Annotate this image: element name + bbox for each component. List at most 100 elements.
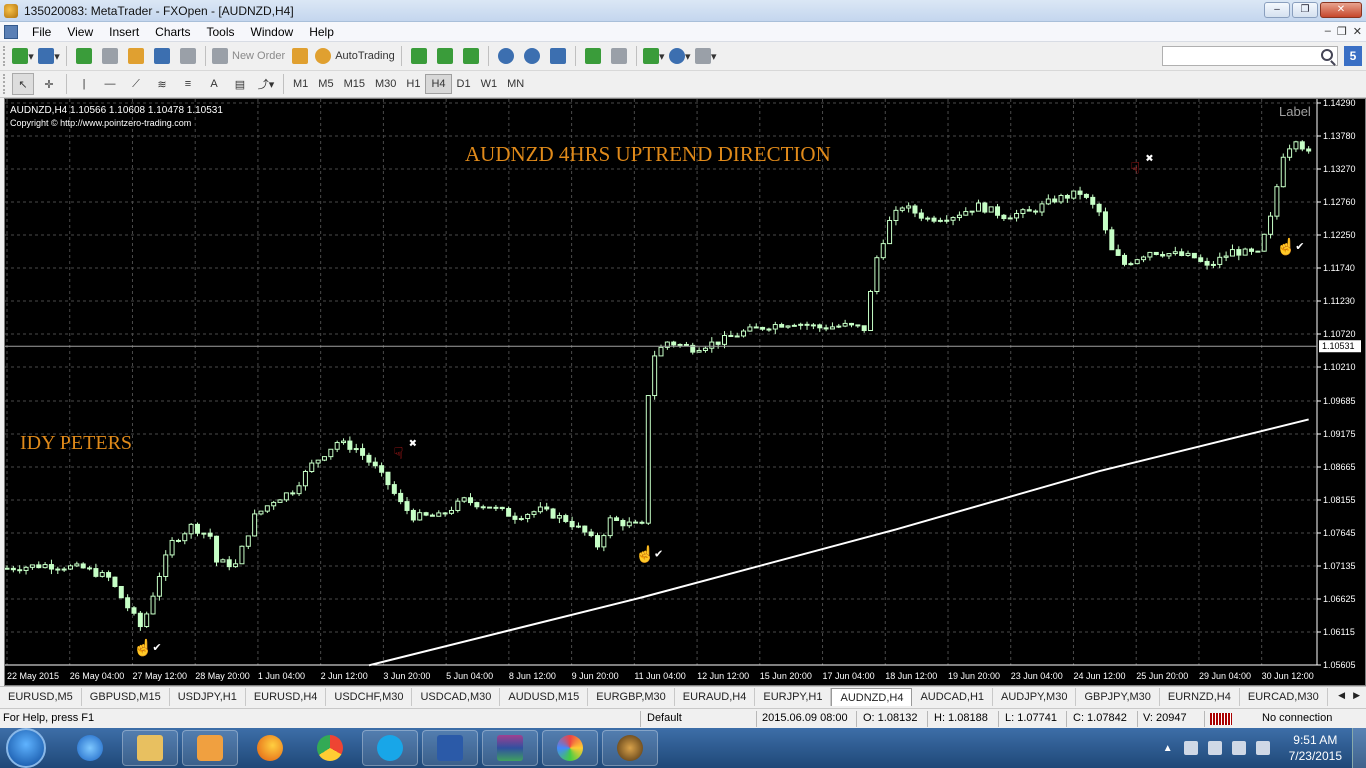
candle xyxy=(1210,263,1216,266)
battery-icon[interactable] xyxy=(1183,741,1198,755)
autotrading-button[interactable]: AutoTrading xyxy=(315,45,395,67)
network-icon[interactable] xyxy=(1231,741,1246,755)
terminal-button[interactable] xyxy=(125,45,147,67)
volume-icon[interactable] xyxy=(1255,741,1270,755)
file-explorer-task[interactable] xyxy=(122,730,178,766)
tester-button[interactable] xyxy=(177,45,199,67)
candle xyxy=(1128,263,1134,266)
chart-tab-usdjpy-h1[interactable]: USDJPY,H1 xyxy=(170,687,246,706)
tab-scroll-left-icon[interactable]: ◀ xyxy=(1338,690,1345,701)
chart-tab-euraud-h4[interactable]: EURAUD,H4 xyxy=(675,687,756,706)
new-chart-button[interactable]: ▾ xyxy=(12,45,34,67)
text-label-button[interactable]: ▤ xyxy=(229,73,251,95)
chart-tab-eurgbp-m30[interactable]: EURGBP,M30 xyxy=(588,687,675,706)
metatrader-task[interactable] xyxy=(602,730,658,766)
templates-button[interactable]: ▾ xyxy=(694,45,717,67)
zoom-in-button[interactable] xyxy=(495,45,517,67)
menu-insert[interactable]: Insert xyxy=(101,22,147,42)
paint-task[interactable] xyxy=(542,730,598,766)
crosshair-button[interactable]: ✛ xyxy=(38,73,60,95)
minimize-button[interactable]: – xyxy=(1264,2,1290,18)
price-chart[interactable]: 1.14290 1.13780 1.13270 1.12760 1.12250 1.117… xyxy=(4,98,1366,686)
text-button[interactable]: A xyxy=(203,73,225,95)
metaeditor-button[interactable] xyxy=(289,45,311,67)
horizontal-line-button[interactable]: — xyxy=(99,73,121,95)
timeframe-m30[interactable]: M30 xyxy=(370,74,401,94)
menu-window[interactable]: Window xyxy=(243,22,302,42)
trendline-button[interactable]: ⟋ xyxy=(125,73,147,95)
timeframe-m5[interactable]: M5 xyxy=(313,74,338,94)
candle xyxy=(798,323,804,326)
tile-windows-button[interactable] xyxy=(547,45,569,67)
chart-tab-eurusd-h4[interactable]: EURUSD,H4 xyxy=(246,687,327,706)
tab-scroll-right-icon[interactable]: ▶ xyxy=(1353,690,1360,701)
periods-button[interactable]: ▾ xyxy=(668,45,691,67)
timeframe-w1[interactable]: W1 xyxy=(476,74,503,94)
chart-label-object[interactable]: Label xyxy=(1279,104,1311,119)
timeframe-d1[interactable]: D1 xyxy=(452,74,476,94)
action-center-icon[interactable] xyxy=(1207,741,1222,755)
annotation-author[interactable]: IDY PETERS xyxy=(20,432,132,454)
menu-charts[interactable]: Charts xyxy=(147,22,198,42)
firefox-task[interactable] xyxy=(242,730,298,766)
chart-tab-usdcad-m30[interactable]: USDCAD,M30 xyxy=(412,687,501,706)
navigator-button[interactable] xyxy=(99,45,121,67)
maximize-button[interactable]: ❐ xyxy=(1292,2,1318,18)
winrar-task[interactable] xyxy=(482,730,538,766)
chart-tab-audcad-h1[interactable]: AUDCAD,H1 xyxy=(912,687,994,706)
chart-canvas[interactable]: 1.14290 1.13780 1.13270 1.12760 1.12250 1.117… xyxy=(5,99,1365,685)
chart-tab-audusd-m15[interactable]: AUDUSD,M15 xyxy=(500,687,589,706)
search-icon[interactable] xyxy=(1321,49,1333,61)
chart-tab-eurusd-m5[interactable]: EURUSD,M5 xyxy=(0,687,82,706)
mdi-close-button[interactable]: ✕ xyxy=(1353,25,1362,38)
indicators-button[interactable]: ▾ xyxy=(642,45,665,67)
chart-tab-eurnzd-h4[interactable]: EURNZD,H4 xyxy=(1160,687,1240,706)
bar-chart-button[interactable] xyxy=(408,45,430,67)
timeframe-mn[interactable]: MN xyxy=(502,74,529,94)
timeframe-h1[interactable]: H1 xyxy=(401,74,425,94)
search-input[interactable] xyxy=(1162,46,1338,66)
menu-tools[interactable]: Tools xyxy=(199,22,243,42)
show-desktop-button[interactable] xyxy=(1352,728,1366,768)
data-window-button[interactable] xyxy=(151,45,173,67)
start-button[interactable] xyxy=(6,728,46,768)
timeframe-m15[interactable]: M15 xyxy=(339,74,370,94)
timeframe-h4[interactable]: H4 xyxy=(425,74,452,94)
chart-tab-gbpusd-m15[interactable]: GBPUSD,M15 xyxy=(82,687,170,706)
menu-view[interactable]: View xyxy=(59,22,101,42)
mql5-community-icon[interactable]: 5 xyxy=(1344,46,1362,66)
skype-task[interactable] xyxy=(362,730,418,766)
media-player-task[interactable] xyxy=(182,730,238,766)
arrows-button[interactable]: ⤴▾ xyxy=(255,73,277,95)
chrome-task[interactable] xyxy=(302,730,358,766)
vertical-line-button[interactable]: | xyxy=(73,73,95,95)
system-clock[interactable]: 9:51 AM 7/23/2015 xyxy=(1289,732,1342,764)
zoom-out-button[interactable] xyxy=(521,45,543,67)
candlesticks-button[interactable] xyxy=(434,45,456,67)
autoscroll-button[interactable] xyxy=(582,45,604,67)
close-button[interactable]: ✕ xyxy=(1320,2,1362,18)
internet-explorer-task[interactable] xyxy=(62,730,118,766)
profiles-button[interactable]: ▾ xyxy=(38,45,60,67)
chart-tab-gbpjpy-m30[interactable]: GBPJPY,M30 xyxy=(1076,687,1160,706)
equidistant-channel-button[interactable]: ≋ xyxy=(151,73,173,95)
chart-shift-button[interactable] xyxy=(608,45,630,67)
line-chart-button[interactable] xyxy=(460,45,482,67)
timeframe-m1[interactable]: M1 xyxy=(288,74,313,94)
menu-help[interactable]: Help xyxy=(301,22,342,42)
chart-tab-eurjpy-h1[interactable]: EURJPY,H1 xyxy=(755,687,832,706)
new-order-button[interactable]: New Order xyxy=(212,45,285,67)
menu-file[interactable]: File xyxy=(24,22,59,42)
mdi-minimize-button[interactable]: – xyxy=(1325,25,1331,38)
chart-tab-usdchf-m30[interactable]: USDCHF,M30 xyxy=(326,687,413,706)
tray-expand-icon[interactable]: ▲ xyxy=(1163,743,1173,754)
word-task[interactable] xyxy=(422,730,478,766)
chart-tab-audnzd-h4[interactable]: AUDNZD,H4 xyxy=(831,687,913,706)
annotation-title[interactable]: AUDNZD 4HRS UPTREND DIRECTION xyxy=(465,142,831,166)
cursor-button[interactable]: ↖ xyxy=(12,73,34,95)
chart-tab-audjpy-m30[interactable]: AUDJPY,M30 xyxy=(993,687,1077,706)
market-watch-button[interactable] xyxy=(73,45,95,67)
fibonacci-button[interactable]: ≡ xyxy=(177,73,199,95)
mdi-restore-button[interactable]: ❐ xyxy=(1337,25,1347,38)
chart-tab-eurcad-m30[interactable]: EURCAD,M30 xyxy=(1240,687,1328,706)
